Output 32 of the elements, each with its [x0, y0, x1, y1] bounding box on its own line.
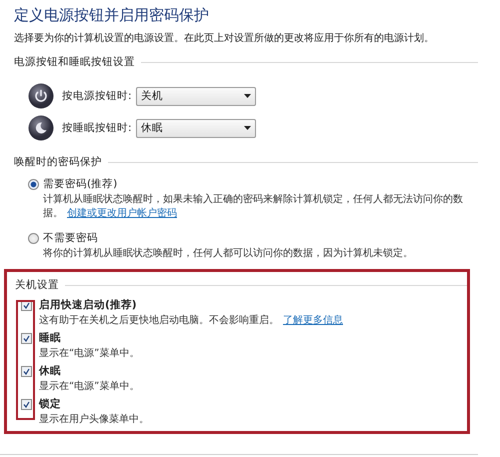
page-title: 定义电源按钮并启用密码保护	[14, 6, 210, 25]
option-label: 启用快速启动(推荐)	[39, 298, 138, 312]
option-label: 不需要密码	[43, 231, 99, 245]
section-heading: 电源按钮和睡眠按钮设置	[14, 55, 135, 69]
info-link[interactable]: 了解更多信息	[283, 315, 343, 326]
action-dropdown[interactable]: 关机	[136, 86, 256, 106]
password-link[interactable]: 创建或更改用户帐户密码	[67, 208, 177, 219]
option-description: 计算机从睡眠状态唤醒时，如果未输入正确的密码来解除计算机锁定，任何人都无法访问你的数据。 创建或更改用户帐户密码	[43, 193, 463, 221]
radio-button[interactable]	[28, 179, 39, 190]
option-description: 显示在“电源”菜单中。	[39, 380, 140, 394]
option-description: 显示在用户头像菜单中。	[39, 413, 150, 427]
option-description: 将你的计算机从睡眠状态唤醒时，任何人都可以访问你的数据，因为计算机未锁定。	[43, 247, 414, 261]
option-label: 休眠	[39, 364, 62, 378]
action-label: 按电源按钮时:	[62, 89, 133, 103]
action-dropdown[interactable]: 休眠	[136, 118, 256, 138]
checkbox[interactable]	[21, 399, 32, 410]
option-label: 睡眠	[39, 331, 62, 345]
power-icon	[28, 83, 54, 109]
option-description: 显示在“电源”菜单中。	[39, 347, 140, 361]
radio-button[interactable]	[28, 233, 39, 244]
option-label: 锁定	[39, 397, 62, 411]
section-heading: 关机设置	[15, 278, 59, 292]
checkbox[interactable]	[21, 333, 32, 344]
option-label: 需要密码(推荐)	[43, 177, 118, 191]
page-description: 选择要为你的计算机设置的电源设置。在此页上对设置所做的更改将应用于你所有的电源计划。	[14, 32, 435, 45]
checkbox[interactable]	[21, 366, 32, 377]
action-label: 按睡眠按钮时:	[62, 121, 133, 135]
moon-icon	[28, 115, 54, 141]
section-heading: 唤醒时的密码保护	[14, 155, 102, 169]
caret-icon	[244, 126, 251, 130]
caret-icon	[244, 94, 251, 98]
option-description: 这有助于在关机之后更快地启动电脑。不会影响重启。 了解更多信息	[39, 314, 344, 328]
